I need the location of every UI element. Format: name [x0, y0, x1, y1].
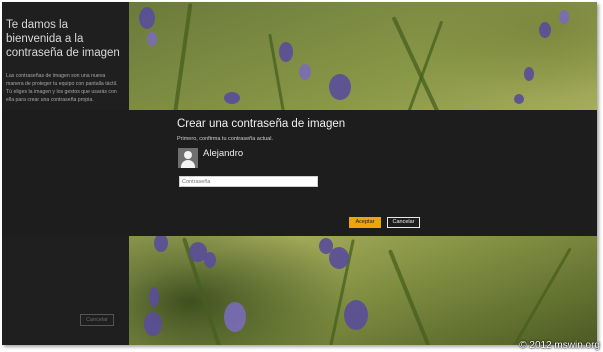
- cancel-button[interactable]: Cancelar: [387, 217, 420, 228]
- dialog-subtitle: Primero, confirma tu contraseña actual.: [177, 136, 273, 142]
- left-panel-description: Las contraseñas de imagen son una nueva …: [6, 73, 118, 103]
- user-avatar-icon: [178, 148, 198, 168]
- accept-button[interactable]: Aceptar: [349, 217, 381, 228]
- left-panel-title: Te damos la bienvenida a la contraseña d…: [6, 19, 120, 59]
- user-name: Alejandro: [203, 148, 244, 159]
- screen: Te damos la bienvenida a la contraseña d…: [2, 2, 597, 345]
- watermark: © 2012 mswin.org: [519, 340, 600, 351]
- left-cancel-button[interactable]: Cancelar: [80, 314, 114, 326]
- dialog-title: Crear una contraseña de imagen: [177, 118, 346, 130]
- password-input[interactable]: [179, 176, 318, 187]
- create-picture-password-dialog: Crear una contraseña de imagen Primero, …: [2, 110, 597, 236]
